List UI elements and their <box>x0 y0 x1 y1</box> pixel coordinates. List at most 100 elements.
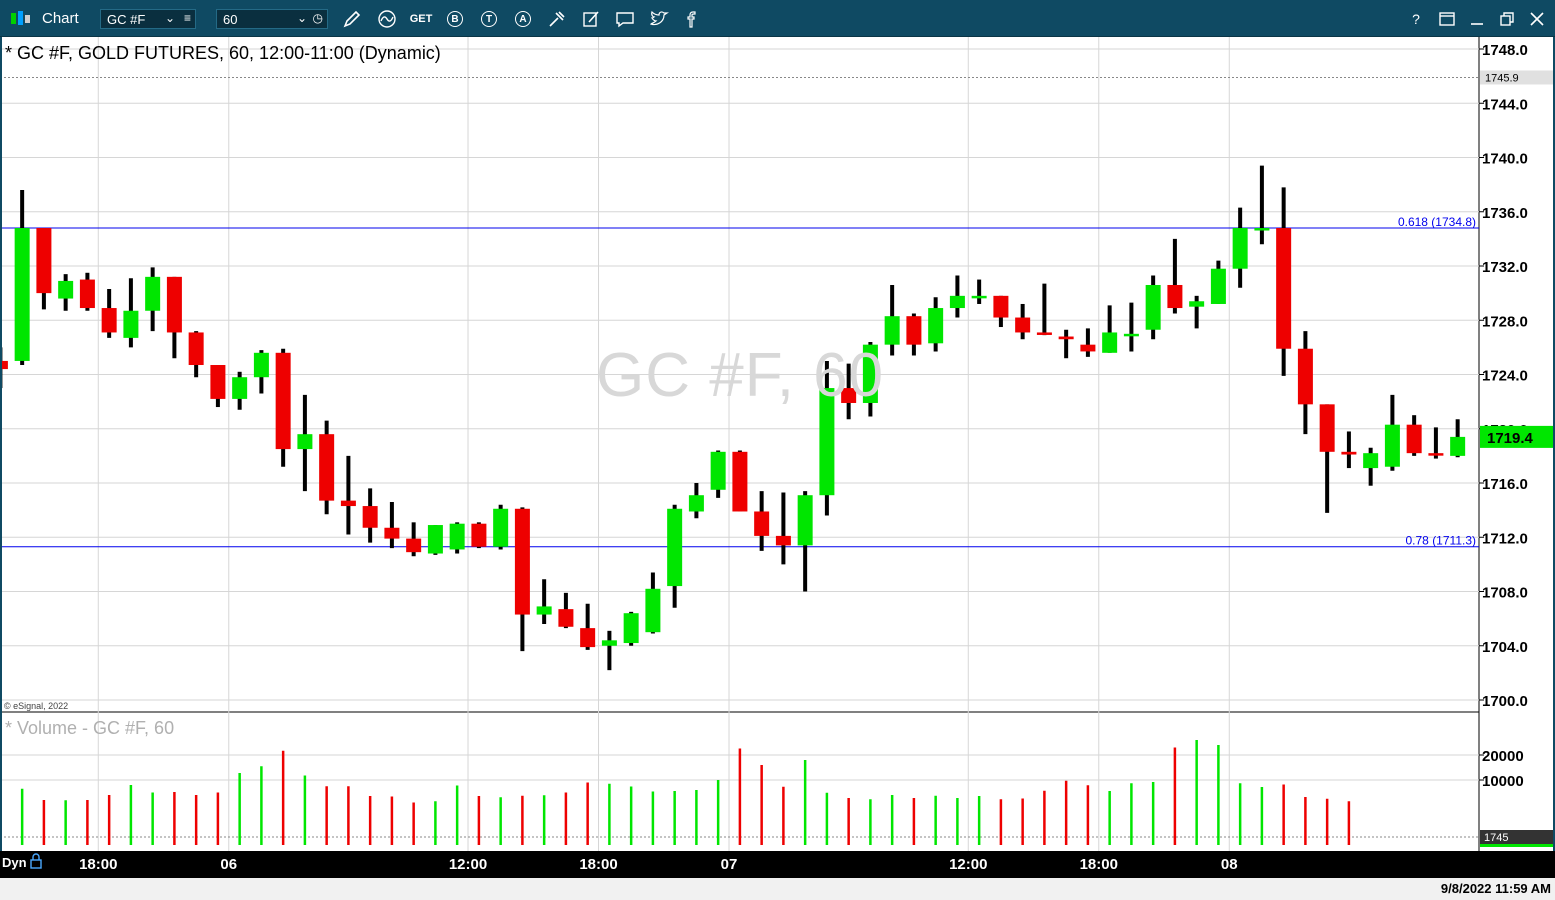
candle-body-down <box>210 365 226 399</box>
price-tick-label: 1748.0 <box>1482 42 1528 59</box>
candle-body-up <box>1189 301 1205 307</box>
squiggle-icon[interactable] <box>376 8 398 30</box>
t-icon[interactable]: T <box>478 8 500 30</box>
pencil-icon[interactable] <box>341 8 363 30</box>
comment-icon[interactable] <box>614 8 636 30</box>
candle-body-down <box>1080 344 1096 352</box>
candle-body-up <box>1102 332 1118 353</box>
candle-body-down <box>101 308 117 333</box>
facebook-icon[interactable] <box>682 8 704 30</box>
candle-body-down <box>1297 348 1313 405</box>
candle-body-up <box>1450 436 1466 456</box>
candle-body-up <box>797 495 813 546</box>
interval-select[interactable]: 60 ⌄ ◷ <box>216 9 328 29</box>
candle-body-up <box>710 451 726 490</box>
help-icon[interactable]: ? <box>1405 8 1427 30</box>
time-tick-label: 18:00 <box>1080 856 1118 873</box>
candle-body-down <box>1319 404 1335 452</box>
volume-tick-label: 10000 <box>1482 773 1524 790</box>
candle-body-down <box>340 500 356 507</box>
price-tick-label: 1740.0 <box>1482 151 1528 168</box>
candle-body-up <box>1210 268 1226 304</box>
candle-body-up <box>232 377 248 399</box>
close-icon[interactable] <box>1526 8 1548 30</box>
time-tick-label: 18:00 <box>79 856 117 873</box>
time-tick-label: 06 <box>220 856 237 873</box>
candle-body-down <box>36 228 52 294</box>
symbol-value: GC #F <box>107 12 146 27</box>
copyright-note: © eSignal, 2022 <box>4 701 69 711</box>
candle-body-up <box>427 525 443 554</box>
fib-label: 0.78 (1711.3) <box>1406 534 1477 548</box>
candle-body-up <box>928 308 944 344</box>
twitter-icon[interactable] <box>648 8 670 30</box>
candle-body-up <box>14 228 30 361</box>
restore-icon[interactable] <box>1496 8 1518 30</box>
chart-logo-icon <box>10 10 32 31</box>
candle-body-up <box>449 523 465 550</box>
price-chart[interactable]: 1700.01704.01708.01712.01716.01720.01724… <box>0 37 1555 851</box>
candle-body-up <box>58 280 74 299</box>
candle-body-up <box>667 508 683 587</box>
volume-reference-label: 1745 <box>1484 832 1508 844</box>
time-tick-label: 12:00 <box>949 856 987 873</box>
time-axis-labels: 18:00 06 12:00 18:00 07 12:00 18:00 08 <box>79 856 1238 873</box>
price-tick-label: 1736.0 <box>1482 205 1528 222</box>
last-price-label: 1719.4 <box>1487 430 1534 447</box>
window-label: Chart <box>42 10 79 27</box>
candle-body-down <box>384 527 400 539</box>
price-tick-label: 1708.0 <box>1482 585 1528 602</box>
candle-body-down <box>732 451 748 512</box>
candle-body-up <box>645 588 661 633</box>
candle-body-up <box>493 508 509 547</box>
candle-body-down <box>1036 332 1052 335</box>
candle-body-down <box>1167 284 1183 309</box>
chart-title: * GC #F, GOLD FUTURES, 60, 12:00-11:00 (… <box>5 43 441 63</box>
candle-body-up <box>971 295 987 299</box>
symbol-select[interactable]: GC #F ⌄ ≡ <box>100 9 196 29</box>
candle-body-down <box>406 538 422 553</box>
price-tick-label: 1732.0 <box>1482 259 1528 276</box>
minimize-icon[interactable] <box>1466 8 1488 30</box>
candle-body-down <box>471 523 487 547</box>
candle-body-up <box>1232 228 1248 269</box>
candle-body-down <box>754 511 770 536</box>
b-icon[interactable]: B <box>444 8 466 30</box>
price-tick-label: 1724.0 <box>1482 368 1528 385</box>
clock-icon[interactable]: ◷ <box>313 11 323 25</box>
candle-body-up <box>949 295 965 309</box>
volume-tick-label: 20000 <box>1482 748 1524 765</box>
candle-body-down <box>580 628 596 648</box>
candle-body-up <box>688 495 704 512</box>
candle-body-down <box>1276 228 1292 349</box>
price-tick-label: 1704.0 <box>1482 639 1528 656</box>
chevron-down-icon[interactable]: ⌄ <box>297 11 307 25</box>
candle-body-up <box>536 606 552 615</box>
candle-body-down <box>1428 453 1444 456</box>
candle-body-up <box>601 640 617 646</box>
a-icon[interactable]: A <box>512 8 534 30</box>
page-settings-icon[interactable] <box>1436 8 1458 30</box>
candle-body-up <box>145 276 161 311</box>
interval-value: 60 <box>223 12 238 27</box>
candle-body-down <box>79 279 95 309</box>
candle-body-down <box>1015 317 1031 333</box>
candle-body-up <box>1145 284 1161 330</box>
get-icon[interactable]: GET <box>410 8 433 30</box>
chevron-down-icon[interactable]: ⌄ <box>165 11 175 25</box>
status-bar: 9/8/2022 11:59 AM <box>0 878 1555 900</box>
time-tick-label: 12:00 <box>449 856 487 873</box>
tools-icon[interactable] <box>546 8 568 30</box>
title-bar: Chart GC #F ⌄ ≡ 60 ⌄ ◷ GET B T A ? <box>0 0 1555 37</box>
window-frame-left <box>0 37 2 851</box>
candle-body-up <box>1123 333 1139 337</box>
candle-body-up <box>253 352 269 378</box>
price-tick-label: 1716.0 <box>1482 476 1528 493</box>
volume-last-marker <box>1480 844 1555 847</box>
note-icon[interactable] <box>580 8 602 30</box>
list-icon[interactable]: ≡ <box>184 11 191 25</box>
candle-body-up <box>1254 228 1270 231</box>
price-tick-label: 1712.0 <box>1482 530 1528 547</box>
time-tick-label: 18:00 <box>579 856 617 873</box>
fib-label: 0.618 (1734.8) <box>1398 215 1476 229</box>
